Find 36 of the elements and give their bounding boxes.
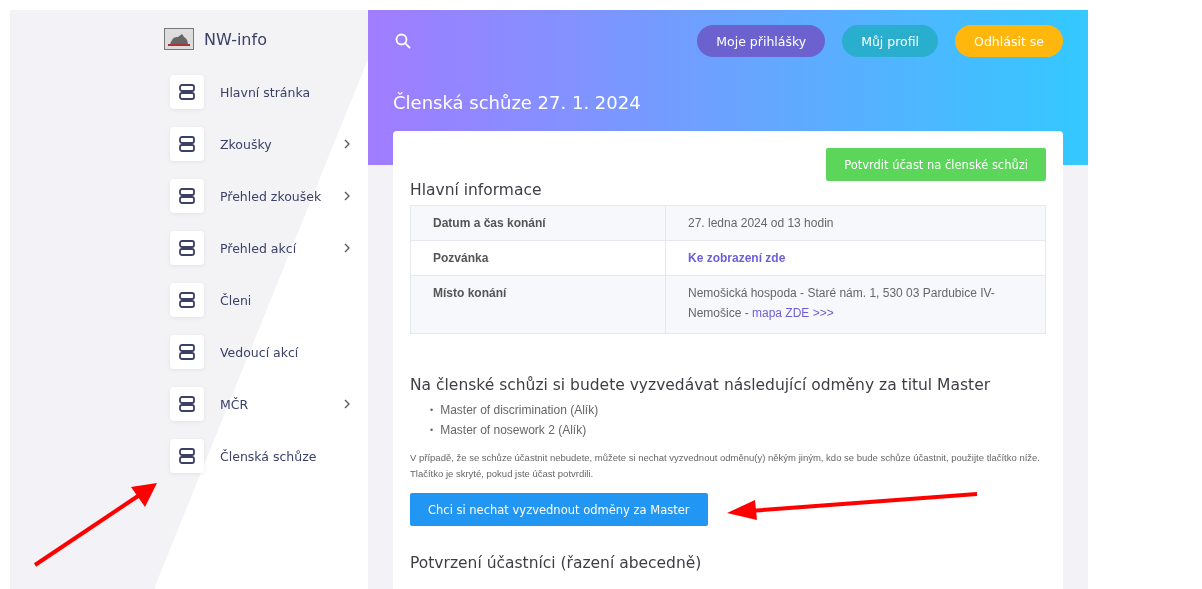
nav-button[interactable]: Moje přihlášky <box>697 25 826 57</box>
bullet-icon: • <box>430 420 434 440</box>
logo-icon <box>164 28 194 50</box>
sidebar-item[interactable]: Vedoucí akcí <box>164 326 368 378</box>
invitation-link[interactable]: Ke zobrazení zde <box>688 251 786 265</box>
menu-icon <box>178 447 196 465</box>
bullet-icon: • <box>430 400 434 420</box>
table-cell: Datum a čas konání <box>410 205 666 241</box>
sidebar-item[interactable]: Přehled zkoušek <box>164 170 368 222</box>
sidebar-item[interactable]: Zkoušky <box>164 118 368 170</box>
reward-item: Master of discrimination (Alík) <box>440 402 599 419</box>
map-link[interactable]: mapa ZDE >>> <box>752 306 834 320</box>
table-cell: 27. ledna 2024 od 13 hodin <box>665 205 1046 241</box>
sidebar-item[interactable]: Členská schůze <box>164 430 368 482</box>
section-title: Hlavní informace <box>410 181 543 199</box>
menu-icon <box>178 395 196 413</box>
menu-icon <box>178 343 196 361</box>
table-cell: Nemošická hospoda - Staré nám. 1, 530 03 Pardubice IV-Nemošice - mapa ZDE >>> <box>665 275 1046 334</box>
menu-icon <box>178 291 196 309</box>
section-title: Potvrzení účastníci (řazení abecedně) <box>410 554 703 572</box>
section-title: Na členské schůzi si budete vyzvedávat následující odměny za titul Master <box>410 376 992 394</box>
sidebar-item[interactable]: Přehled akcí <box>164 222 368 274</box>
table-cell: Místo konání <box>410 275 666 334</box>
sidebar-item[interactable]: Členi <box>164 274 368 326</box>
menu-icon <box>178 83 196 101</box>
reward-item: Master of nosework 2 (Alík) <box>440 422 587 439</box>
search-icon[interactable] <box>395 33 411 49</box>
note-text: V případě, že se schůze účastnit nebudete, můžete si nechat vyzvednout odměnu(y) někým jiným, kdo se bude schůze účastnit, použijte tlačítko níže. Tlačítko je skryté, pokud jste účast potvrdili. <box>410 451 1041 481</box>
menu-icon <box>178 239 196 257</box>
sidebar-item[interactable]: MČR <box>164 378 368 430</box>
brand-title: NW-info <box>204 29 267 49</box>
menu-icon <box>178 135 196 153</box>
page-title: Členská schůze 27. 1. 2024 <box>393 92 642 113</box>
table-cell: Pozvánka <box>410 240 666 276</box>
menu-icon <box>178 187 196 205</box>
sidebar-item[interactable]: Hlavní stránka <box>164 66 368 118</box>
